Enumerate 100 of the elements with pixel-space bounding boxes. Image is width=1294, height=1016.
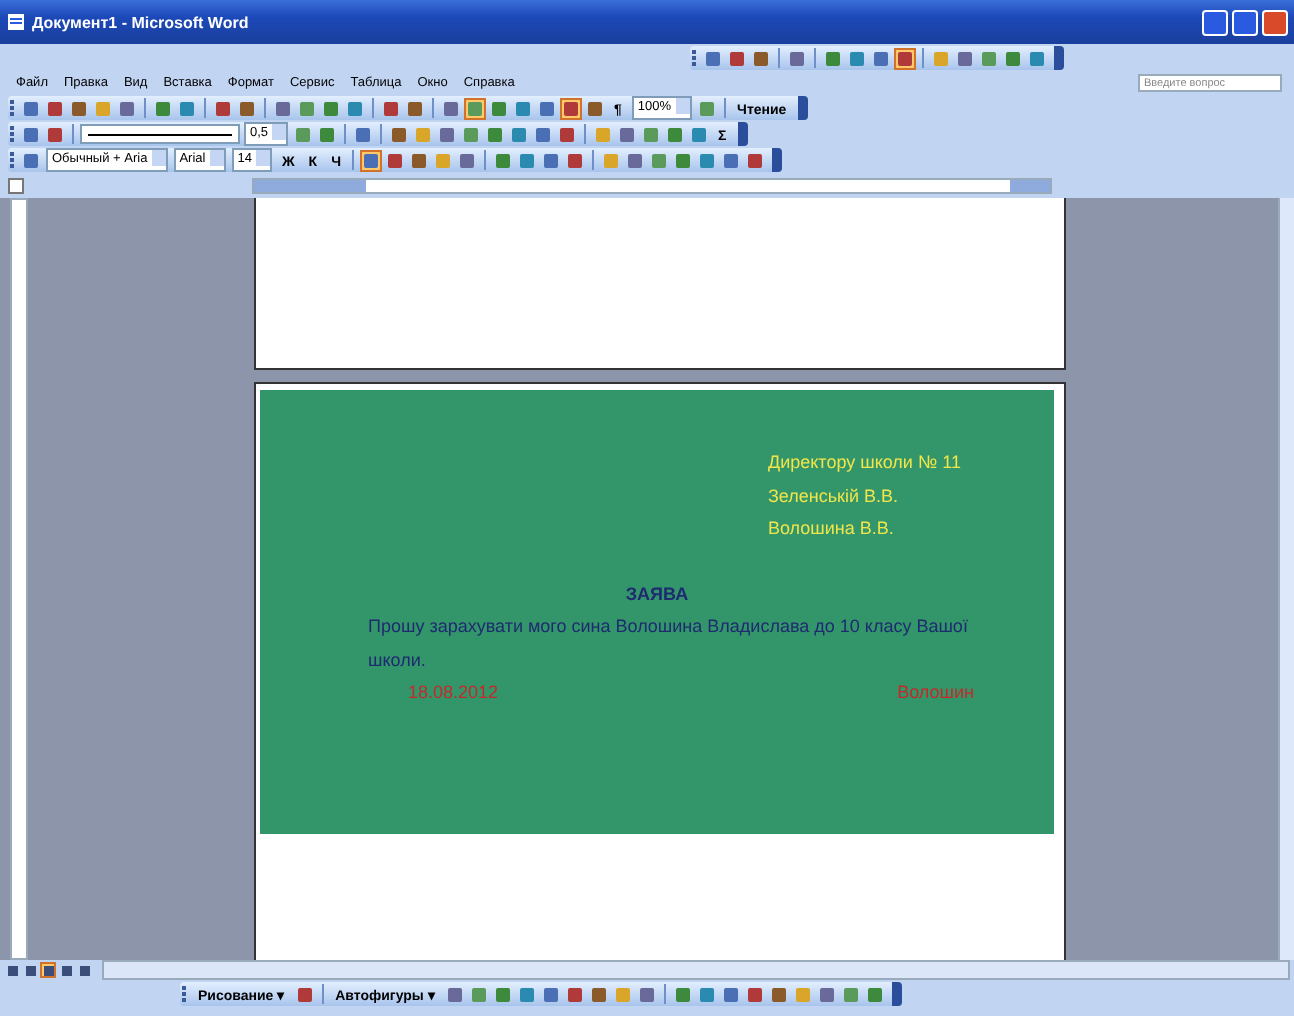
close-button[interactable] — [1262, 9, 1288, 35]
toolbar-button[interactable] — [671, 983, 694, 1005]
toolbar-button[interactable] — [68, 97, 90, 119]
toolbar-button[interactable] — [515, 983, 538, 1005]
toolbar-button[interactable] — [702, 47, 724, 69]
toolbar-button[interactable] — [640, 123, 663, 145]
toolbar-button[interactable] — [720, 149, 743, 171]
toolbar-button[interactable] — [563, 983, 586, 1005]
view-button[interactable] — [76, 962, 92, 978]
toolbar-button[interactable] — [491, 983, 514, 1005]
toolbar-button[interactable] — [1002, 47, 1024, 69]
toolbar-button[interactable] — [296, 97, 318, 119]
toolbar-button[interactable] — [460, 123, 483, 145]
toolbar-button[interactable] — [152, 97, 174, 119]
toolbar-button[interactable] — [512, 97, 534, 119]
toolbar-button[interactable] — [624, 149, 647, 171]
toolbar-button[interactable] — [648, 149, 671, 171]
toolbar-button[interactable] — [664, 123, 687, 145]
minimize-button[interactable] — [1202, 9, 1228, 35]
toolbar-button[interactable] — [352, 123, 375, 145]
toolbar-button[interactable] — [616, 123, 639, 145]
toolbar-button[interactable] — [1026, 47, 1048, 69]
toolbar-button[interactable] — [116, 97, 138, 119]
toolbar-button[interactable] — [719, 983, 742, 1005]
view-button[interactable] — [4, 962, 20, 978]
toolbar-button[interactable] — [384, 149, 407, 171]
toolbar-button[interactable] — [584, 97, 606, 119]
toolbar-button[interactable] — [408, 149, 431, 171]
toolbar-options-button[interactable] — [738, 122, 749, 146]
toolbar-button[interactable] — [508, 123, 531, 145]
toolbar-button[interactable] — [532, 123, 555, 145]
toolbar-button[interactable] — [44, 123, 66, 145]
view-button[interactable] — [40, 962, 56, 978]
toolbar-button[interactable] — [316, 123, 339, 145]
toolbar-button[interactable] — [870, 47, 892, 69]
view-button[interactable] — [58, 962, 74, 978]
toolbar-button[interactable] — [726, 47, 748, 69]
toolbar-button[interactable] — [786, 47, 808, 69]
toolbar-options-button[interactable] — [772, 148, 783, 172]
toolbar-button[interactable] — [293, 983, 316, 1005]
addressee-line: Директору школи № 11 — [768, 450, 963, 476]
toolbar-button[interactable] — [767, 983, 790, 1005]
toolbar-button[interactable] — [743, 983, 766, 1005]
line-style-dropdown[interactable] — [80, 124, 240, 144]
toolbar-button[interactable] — [467, 983, 490, 1005]
toolbar-button[interactable] — [695, 97, 718, 119]
toolbar-button[interactable] — [672, 149, 695, 171]
toolbar-button[interactable] — [456, 149, 479, 171]
restore-button[interactable] — [1232, 9, 1258, 35]
toolbar-button[interactable] — [750, 47, 772, 69]
toolbar-button[interactable] — [320, 97, 342, 119]
toolbar-button[interactable] — [846, 47, 868, 69]
toolbar-button[interactable] — [464, 97, 486, 119]
toolbar-button[interactable] — [516, 149, 539, 171]
toolbar-button[interactable] — [978, 47, 1000, 69]
toolbar-button[interactable] — [744, 149, 767, 171]
toolbar-button[interactable] — [556, 123, 579, 145]
toolbar-button[interactable] — [492, 149, 515, 171]
toolbar-button[interactable] — [839, 983, 862, 1005]
toolbar-button[interactable] — [688, 123, 711, 145]
toolbar-options-button[interactable] — [891, 982, 902, 1006]
toolbar-button[interactable] — [587, 983, 610, 1005]
horizontal-scrollbar[interactable] — [102, 960, 1290, 980]
toolbar-button[interactable] — [540, 149, 563, 171]
toolbar-button[interactable] — [20, 123, 42, 145]
toolbar-button[interactable] — [440, 97, 462, 119]
toolbar-button[interactable] — [20, 97, 42, 119]
toolbar-button[interactable] — [344, 97, 366, 119]
toolbar-button[interactable] — [695, 983, 718, 1005]
toolbar-button[interactable] — [20, 149, 42, 171]
toolbar-button[interactable] — [443, 983, 466, 1005]
toolbar-options-button[interactable] — [1054, 46, 1064, 70]
toolbar-button[interactable] — [388, 123, 411, 145]
toolbar-button[interactable] — [635, 983, 658, 1005]
toolbar-button[interactable] — [292, 123, 315, 145]
vertical-scrollbar[interactable] — [1278, 198, 1294, 960]
toolbar-button[interactable] — [560, 97, 582, 119]
toolbar-button[interactable] — [539, 983, 562, 1005]
toolbar-button[interactable] — [44, 97, 66, 119]
view-button[interactable] — [22, 962, 38, 978]
toolbar-button[interactable] — [236, 97, 258, 119]
toolbar-button[interactable] — [488, 97, 510, 119]
toolbar-button[interactable] — [436, 123, 459, 145]
toolbar-button[interactable] — [380, 97, 402, 119]
toolbar-options-button[interactable] — [798, 96, 809, 120]
tab-selector[interactable] — [8, 178, 24, 194]
toolbar-button[interactable] — [536, 97, 558, 119]
toolbar-button[interactable] — [954, 47, 976, 69]
toolbar-button[interactable] — [894, 47, 916, 69]
toolbar-button[interactable] — [360, 149, 383, 171]
toolbar-button[interactable] — [863, 983, 886, 1005]
toolbar-button[interactable] — [822, 47, 844, 69]
toolbar-button[interactable] — [815, 983, 838, 1005]
toolbar-button[interactable] — [212, 97, 234, 119]
toolbar-button[interactable] — [696, 149, 719, 171]
toolbar-button[interactable] — [272, 97, 294, 119]
toolbar-button[interactable] — [404, 97, 426, 119]
toolbar-button[interactable] — [176, 97, 198, 119]
toolbar-button[interactable] — [484, 123, 507, 145]
toolbar-button[interactable] — [564, 149, 587, 171]
